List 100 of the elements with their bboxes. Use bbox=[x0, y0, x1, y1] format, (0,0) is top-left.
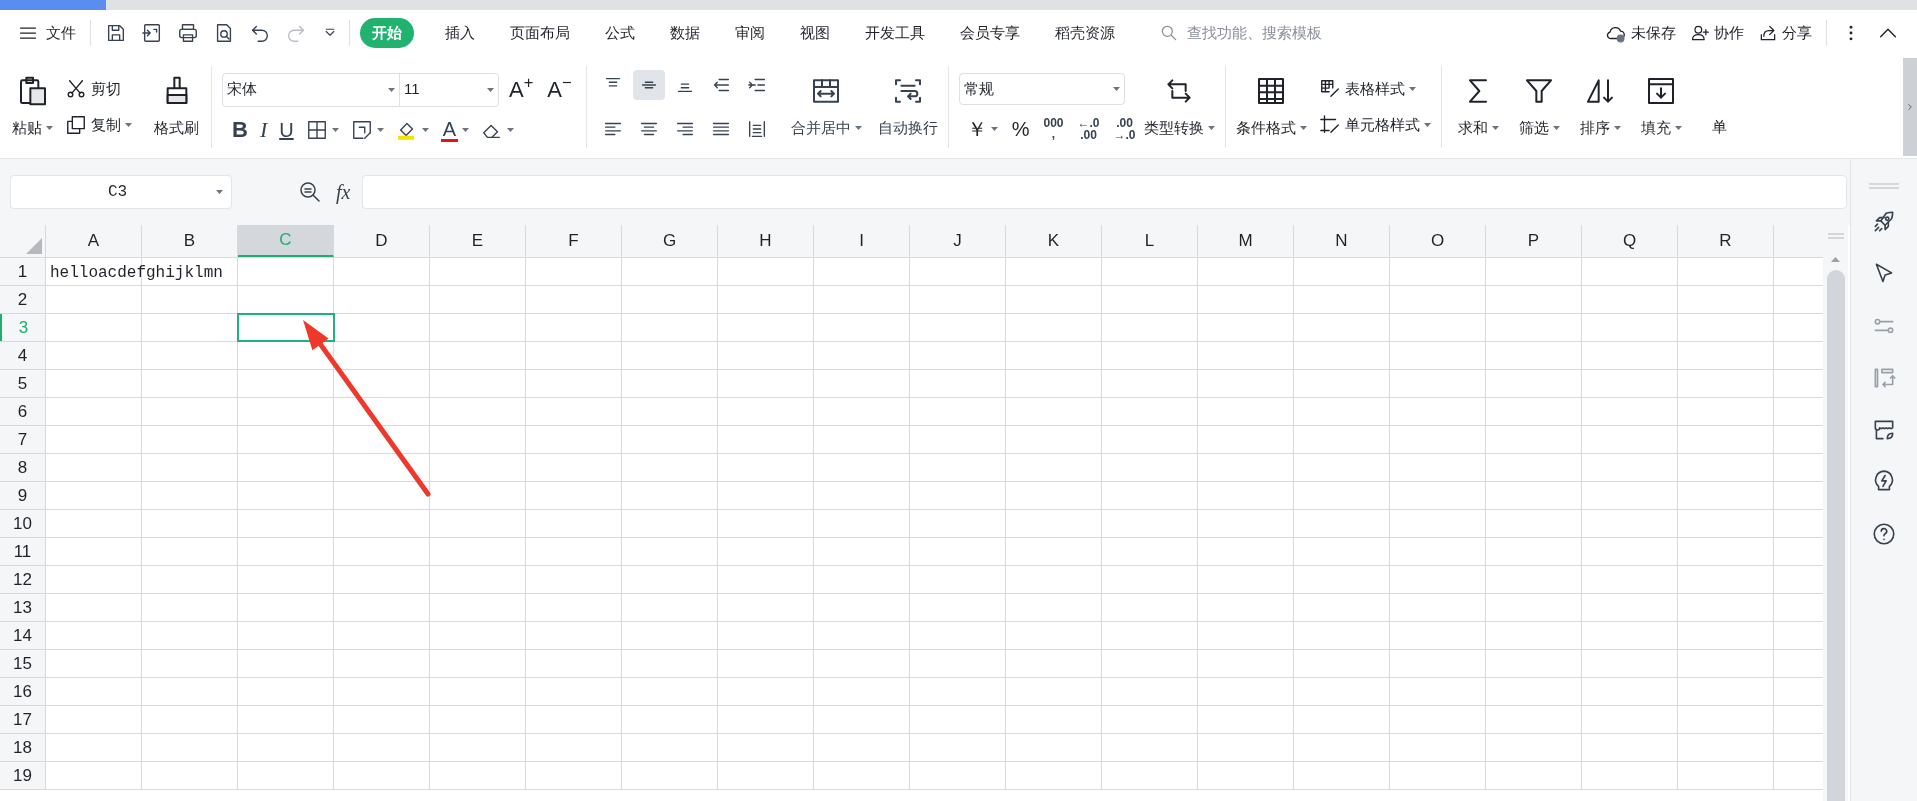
ribbon-tab[interactable]: 公式 bbox=[601, 18, 639, 48]
row-header[interactable]: 12 bbox=[0, 566, 46, 593]
column-header[interactable]: K bbox=[1006, 225, 1102, 257]
row-header[interactable]: 8 bbox=[0, 454, 46, 481]
scrollbar-thumb[interactable] bbox=[1826, 270, 1845, 801]
row-header[interactable]: 19 bbox=[0, 762, 46, 789]
ribbon-tab[interactable]: 视图 bbox=[796, 18, 834, 48]
ribbon-tab[interactable]: 数据 bbox=[666, 18, 704, 48]
toolbar-action-button[interactable]: 未保存 bbox=[1605, 21, 1676, 45]
column-header[interactable]: R bbox=[1678, 225, 1774, 257]
selected-cell[interactable] bbox=[238, 314, 334, 341]
share-icon[interactable] bbox=[1758, 23, 1778, 43]
column-header[interactable]: I bbox=[814, 225, 910, 257]
row-header[interactable]: 7 bbox=[0, 426, 46, 453]
column-header[interactable]: O bbox=[1390, 225, 1486, 257]
cell-style-button[interactable]: 单元格样式 bbox=[1318, 114, 1431, 137]
merge-center-button[interactable]: 合并居中 bbox=[790, 74, 862, 140]
percent-button[interactable]: % bbox=[1011, 119, 1030, 139]
name-box[interactable]: C3 bbox=[10, 175, 232, 209]
decimal-button[interactable]: ←.0 .00 bbox=[1077, 117, 1100, 141]
caret-icon bbox=[854, 126, 862, 130]
sum-button[interactable]: 求和 bbox=[1457, 74, 1499, 140]
file-menu-button[interactable]: 文件 bbox=[18, 21, 76, 45]
conditional-format-button[interactable]: 条件格式 bbox=[1235, 74, 1307, 140]
row-header[interactable]: 13 bbox=[0, 594, 46, 621]
row-header[interactable]: 2 bbox=[0, 286, 46, 313]
wrap-text-button[interactable]: 自动换行 bbox=[877, 74, 938, 140]
decrease-font-size-button[interactable]: A$^{−}$ bbox=[543, 78, 576, 101]
row-header[interactable]: 14 bbox=[0, 622, 46, 649]
scissors-icon[interactable] bbox=[65, 77, 87, 100]
drag-handle-icon[interactable] bbox=[1869, 183, 1899, 189]
print-icon[interactable] bbox=[177, 22, 199, 44]
copy-button[interactable]: 复制 bbox=[65, 114, 132, 137]
row-header[interactable]: 9 bbox=[0, 482, 46, 509]
formula-input[interactable] bbox=[362, 175, 1847, 209]
column-header[interactable]: M bbox=[1198, 225, 1294, 257]
cut-button[interactable]: 剪切 bbox=[65, 77, 132, 100]
row-header[interactable]: 17 bbox=[0, 706, 46, 733]
filter-button[interactable]: 筛选 bbox=[1518, 74, 1560, 140]
font-name-dropdown[interactable]: 宋体 bbox=[222, 72, 400, 107]
copy-icon[interactable] bbox=[65, 114, 87, 137]
zoom-formula-icon[interactable] bbox=[298, 180, 322, 204]
row-header[interactable]: 10 bbox=[0, 510, 46, 537]
ribbon-label[interactable]: 单 bbox=[1711, 115, 1727, 139]
row-header[interactable]: 6 bbox=[0, 398, 46, 425]
caret-icon bbox=[1491, 126, 1499, 130]
table-brush-icon[interactable] bbox=[1318, 77, 1341, 100]
toolbar-action-button[interactable]: 分享 bbox=[1758, 21, 1812, 45]
column-header[interactable]: Q bbox=[1582, 225, 1678, 257]
ribbon-tab[interactable]: 会员专享 bbox=[956, 18, 1024, 48]
ribbon-tab[interactable]: 开发工具 bbox=[861, 18, 929, 48]
column-header[interactable]: G bbox=[622, 225, 718, 257]
fill-button[interactable]: 填充 bbox=[1640, 74, 1682, 140]
column-header[interactable]: P bbox=[1486, 225, 1582, 257]
bold-button[interactable]: B bbox=[232, 119, 248, 141]
row-header[interactable]: 11 bbox=[0, 538, 46, 565]
vertical-scrollbar[interactable] bbox=[1823, 225, 1848, 801]
thousands-separator-button[interactable]: 000 , bbox=[1043, 118, 1064, 140]
ribbon-tab[interactable]: 插入 bbox=[441, 18, 479, 48]
function-label[interactable]: fx bbox=[336, 177, 351, 207]
decimal-button[interactable]: .00 →.0 bbox=[1113, 117, 1136, 141]
table-style-button[interactable]: 表格样式 bbox=[1318, 77, 1431, 100]
column-header[interactable]: N bbox=[1294, 225, 1390, 257]
format-painter-button[interactable]: 格式刷 bbox=[154, 74, 199, 140]
export-icon[interactable] bbox=[141, 22, 163, 44]
increase-font-size-button[interactable]: A$^{+}$ bbox=[505, 78, 538, 101]
cell-border-pen-icon[interactable] bbox=[350, 119, 373, 141]
column-header[interactable]: A bbox=[46, 225, 142, 257]
paste-button[interactable]: 粘贴 bbox=[12, 74, 53, 140]
type-convert-button[interactable]: 类型转换 bbox=[1143, 74, 1215, 140]
underline-button[interactable]: U bbox=[279, 120, 294, 140]
currency-button[interactable]: ￥ bbox=[966, 119, 987, 139]
help-icon[interactable] bbox=[1871, 521, 1897, 547]
column-header[interactable]: J bbox=[910, 225, 1006, 257]
search-icon[interactable] bbox=[1159, 23, 1179, 43]
ribbon-tab[interactable]: 稻壳资源 bbox=[1051, 18, 1119, 48]
font-size-dropdown[interactable]: 11 bbox=[399, 72, 499, 107]
row-header[interactable]: 15 bbox=[0, 650, 46, 677]
font-color-button[interactable]: A bbox=[440, 118, 458, 142]
row-header[interactable]: 1 bbox=[0, 258, 46, 285]
save-icon[interactable] bbox=[105, 22, 127, 44]
person-add-icon[interactable] bbox=[1690, 23, 1710, 43]
chevron-right-icon[interactable] bbox=[1905, 102, 1915, 112]
row-header[interactable]: 5 bbox=[0, 370, 46, 397]
sort-button[interactable]: 排序 bbox=[1579, 74, 1621, 140]
number-format-dropdown[interactable]: 常规 bbox=[958, 73, 1125, 105]
caret-icon bbox=[1112, 87, 1120, 91]
italic-button[interactable]: I bbox=[259, 119, 268, 141]
toolbar-action-button[interactable]: 协作 bbox=[1690, 21, 1744, 45]
column-header[interactable]: F bbox=[526, 225, 622, 257]
column-header[interactable]: D bbox=[334, 225, 430, 257]
row-header[interactable]: 16 bbox=[0, 678, 46, 705]
ribbon-tab[interactable]: 页面布局 bbox=[506, 18, 574, 48]
row-header[interactable]: 4 bbox=[0, 342, 46, 369]
ribbon-tab[interactable]: 审阅 bbox=[731, 18, 769, 48]
column-header[interactable]: H bbox=[718, 225, 814, 257]
column-header[interactable]: L bbox=[1102, 225, 1198, 257]
row-header[interactable]: 18 bbox=[0, 734, 46, 761]
borders-icon[interactable] bbox=[305, 119, 328, 141]
column-header[interactable]: E bbox=[430, 225, 526, 257]
